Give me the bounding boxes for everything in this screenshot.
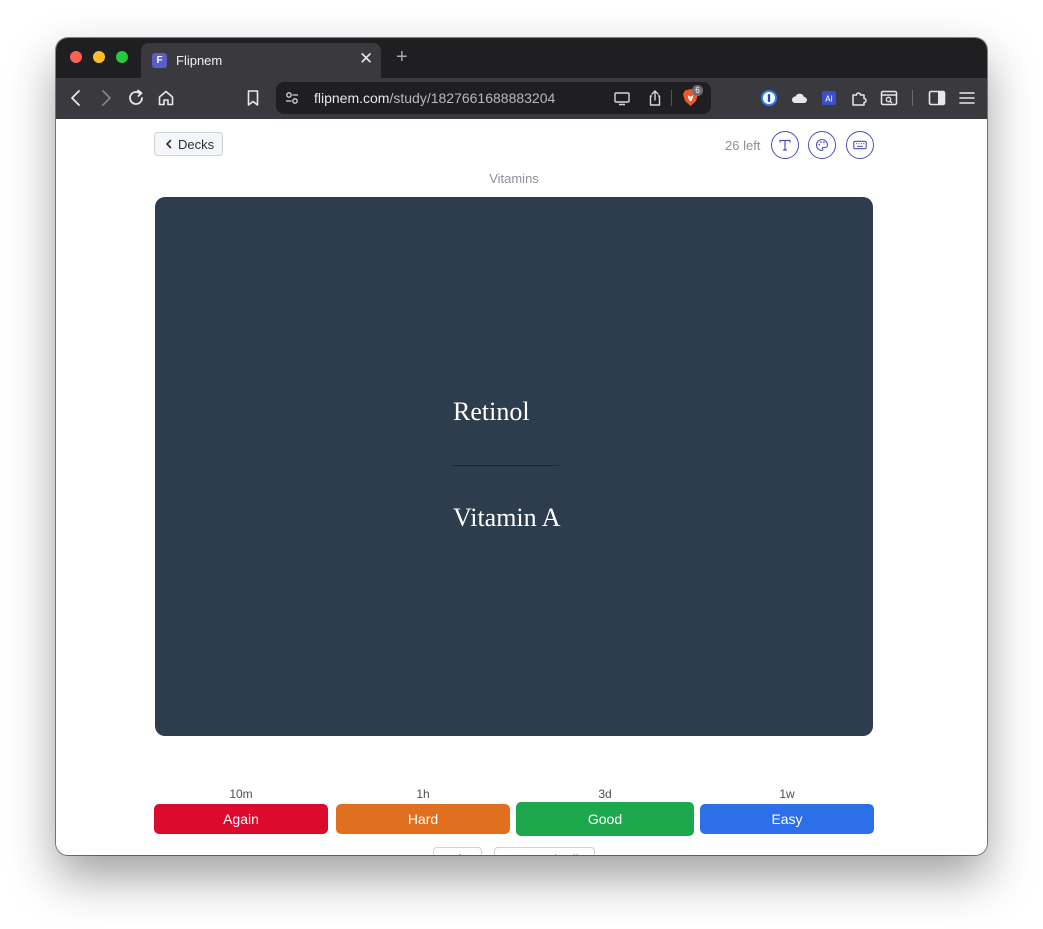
font-type-icon — [779, 139, 791, 151]
back-to-decks-button[interactable]: Decks — [154, 132, 223, 156]
address-bar[interactable]: flipnem.com/study/1827661688883204 6 — [276, 82, 711, 114]
keyboard-icon — [853, 140, 867, 150]
hard-interval: 1h — [416, 787, 430, 801]
share-icon[interactable] — [646, 89, 664, 107]
hard-button[interactable]: Hard — [336, 804, 510, 834]
again-button[interactable]: Again — [154, 804, 328, 834]
easy-button[interactable]: Easy — [700, 804, 874, 834]
tab-strip: F Flipnem ✕ + — [56, 38, 987, 78]
cards-left-count: 26 left — [725, 138, 761, 153]
good-interval: 3d — [598, 787, 612, 801]
easy-interval: 1w — [779, 787, 795, 801]
bookmark-icon[interactable] — [243, 88, 263, 108]
deck-title: Vitamins — [489, 171, 539, 186]
inspect-edit-button[interactable]: Inspect / Edit — [494, 847, 595, 855]
font-settings-button[interactable] — [771, 131, 799, 159]
url-path: /study/1827661688883204 — [389, 90, 556, 106]
theme-palette-button[interactable] — [808, 131, 836, 159]
menu-icon[interactable] — [957, 88, 977, 108]
good-button[interactable]: Good — [516, 802, 694, 836]
keyboard-shortcuts-button[interactable] — [846, 131, 874, 159]
shields-count-badge: 6 — [692, 85, 703, 96]
minimize-window-button[interactable] — [93, 51, 105, 63]
extensions-puzzle-icon[interactable] — [849, 88, 869, 108]
cast-icon[interactable] — [613, 89, 631, 107]
url-text: flipnem.com/study/1827661688883204 — [314, 90, 555, 106]
home-icon[interactable] — [156, 88, 176, 108]
tab-close-icon[interactable]: ✕ — [359, 49, 373, 69]
browser-window: F Flipnem ✕ + flipnem.com/study/18276616… — [56, 38, 987, 855]
study-page: Decks 26 left Vitamins Retinol Vitamin A… — [56, 119, 987, 855]
cloud-icon[interactable] — [789, 88, 809, 108]
back-button-label: Decks — [178, 137, 215, 152]
site-settings-icon[interactable] — [284, 90, 300, 106]
reload-icon[interactable] — [126, 88, 146, 108]
zoom-window-button[interactable] — [116, 51, 128, 63]
flipnem-favicon-icon: F — [152, 53, 167, 68]
flashcard[interactable]: Retinol Vitamin A — [155, 197, 873, 736]
card-front-text: Retinol — [453, 397, 530, 426]
ai-extension-icon[interactable]: AI — [819, 88, 839, 108]
sidebar-toggle-icon[interactable] — [927, 88, 947, 108]
browser-toolbar: flipnem.com/study/1827661688883204 6 AI — [56, 78, 987, 119]
card-back-text: Vitamin A — [453, 503, 561, 532]
info-button[interactable]: Info — [433, 847, 482, 855]
url-separator — [671, 90, 672, 106]
browser-tab[interactable]: F Flipnem ✕ — [141, 43, 381, 78]
url-host: flipnem.com — [314, 90, 390, 106]
svg-text:AI: AI — [825, 95, 833, 104]
again-interval: 10m — [229, 787, 253, 801]
palette-icon — [816, 138, 829, 152]
toolbar-separator — [912, 90, 913, 106]
forward-arrow-icon[interactable] — [96, 88, 116, 108]
new-tab-icon[interactable]: + — [396, 46, 408, 68]
back-arrow-icon[interactable] — [66, 88, 86, 108]
page-search-icon[interactable] — [879, 88, 899, 108]
tab-title: Flipnem — [176, 53, 223, 68]
password-manager-icon[interactable] — [759, 88, 779, 108]
close-window-button[interactable] — [70, 51, 82, 63]
card-divider — [453, 465, 559, 466]
chevron-left-icon — [164, 138, 174, 150]
